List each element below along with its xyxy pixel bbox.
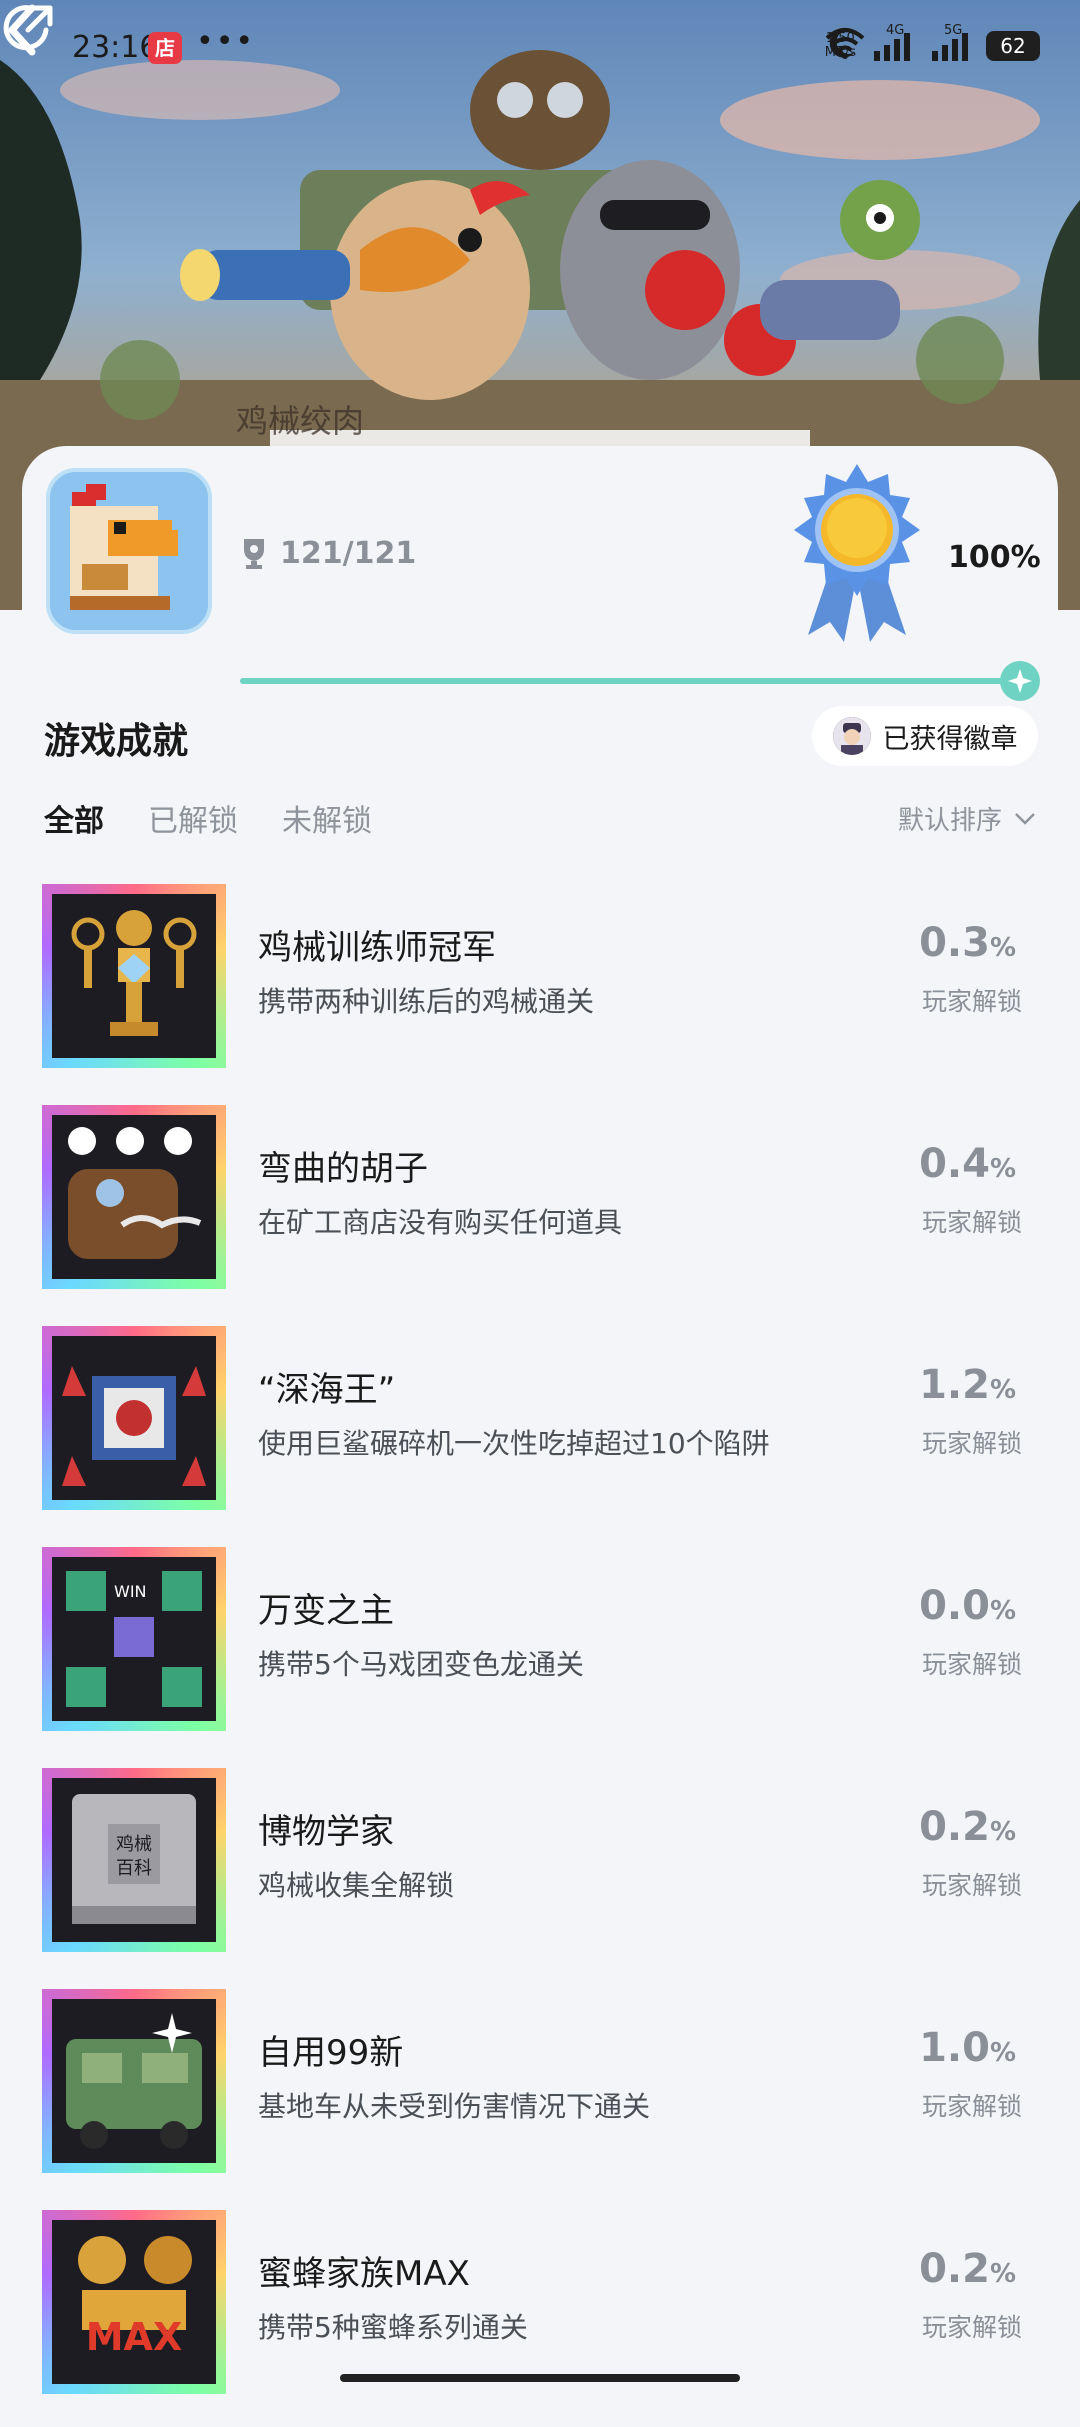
- achievement-icon-frame: [42, 1105, 226, 1289]
- win-text: WIN: [114, 1582, 147, 1601]
- unlock-rate-label: 玩家解锁: [921, 2313, 1022, 2342]
- section-title: 游戏成就: [44, 721, 189, 762]
- achievement-title: 弯曲的胡子: [258, 1149, 428, 1189]
- base-truck-icon: [52, 1999, 216, 2163]
- achievement-item[interactable]: 鸡械训练师冠军 携带两种训练后的鸡械通关 0.3% 玩家解锁: [0, 880, 1080, 1101]
- achievement-item[interactable]: 鸡械 百科 博物学家 鸡械收集全解锁 0.2% 玩家解锁: [0, 1764, 1080, 1985]
- unlock-rate-label: 玩家解锁: [921, 1650, 1022, 1679]
- tab-all[interactable]: 全部: [44, 796, 104, 840]
- unlock-rate: 1.2%: [919, 1362, 1016, 1408]
- earned-badges-label: 已获得徽章: [882, 723, 1018, 755]
- completion-medal-icon: [794, 464, 920, 642]
- achievement-description: 基地车从未受到伤害情况下通关: [258, 2090, 651, 2123]
- completion-progress-fill: [240, 678, 1020, 684]
- achievement-description: 携带5种蜜蜂系列通关: [258, 2311, 528, 2344]
- achievement-filter-tabs: 全部 已解锁 未解锁: [44, 796, 372, 840]
- achievement-item[interactable]: MAX 蜜蜂家族MAX 携带5种蜜蜂系列通关 0.2% 玩家解锁: [0, 2206, 1080, 2427]
- unlock-rate: 0.3%: [919, 920, 1016, 966]
- chevron-down-icon: [1015, 812, 1035, 825]
- trophy-count-value: 121/121: [280, 536, 417, 571]
- earned-badges-button[interactable]: 已获得徽章: [812, 706, 1038, 766]
- achievement-icon-frame: 鸡械 百科: [42, 1768, 226, 1952]
- trophy-count: 121/121: [240, 536, 416, 571]
- museum-text-2: 百科: [116, 1858, 152, 1879]
- status-time: 23:16: [72, 30, 159, 65]
- status-bar: 23:16 店 ••• 1.50 MB/s 4G 5G: [0, 0, 1080, 96]
- unlock-rate: 0.2%: [919, 1804, 1016, 1850]
- tab-unlocked[interactable]: 已解锁: [148, 796, 238, 840]
- achievement-description: 在矿工商店没有购买任何道具: [258, 1206, 623, 1239]
- achievement-description: 使用巨鲨碾碎机一次性吃掉超过10个陷阱: [258, 1427, 770, 1460]
- achievement-icon-frame: [42, 1326, 226, 1510]
- shark-crusher-icon: [52, 1336, 216, 1500]
- unlock-rate-label: 玩家解锁: [921, 1429, 1022, 1458]
- achievement-description: 鸡械收集全解锁: [258, 1869, 455, 1902]
- achievement-description: 携带两种训练后的鸡械通关: [258, 985, 595, 1018]
- unlock-rate: 0.2%: [919, 2246, 1016, 2292]
- achievement-list: 鸡械训练师冠军 携带两种训练后的鸡械通关 0.3% 玩家解锁 弯曲的胡子 在矿工…: [0, 880, 1080, 2427]
- achievement-title: 自用99新: [258, 2033, 404, 2073]
- store-notification-icon: 店: [148, 32, 182, 64]
- unlock-rate-label: 玩家解锁: [921, 2092, 1022, 2121]
- achievement-title: 蜜蜂家族MAX: [258, 2254, 470, 2294]
- progress-sparkle-icon: [1000, 661, 1040, 701]
- achievement-item[interactable]: “深海王” 使用巨鲨碾碎机一次性吃掉超过10个陷阱 1.2% 玩家解锁: [0, 1322, 1080, 1543]
- achievement-icon-frame: [42, 1989, 226, 2173]
- unlock-rate: 1.0%: [919, 2025, 1016, 2071]
- trophy-icon: [244, 538, 264, 569]
- achievement-title: 万变之主: [258, 1591, 394, 1631]
- trophy-champion-icon: [52, 894, 216, 1058]
- home-indicator[interactable]: [340, 2374, 740, 2382]
- signal-4g-icon: 4G: [870, 23, 914, 63]
- achievement-icon-frame: MAX: [42, 2210, 226, 2394]
- wifi-icon: [825, 28, 865, 59]
- museum-text-1: 鸡械: [116, 1834, 152, 1855]
- achievement-title: 博物学家: [258, 1812, 394, 1852]
- achievement-title: “深海王”: [258, 1370, 396, 1410]
- sort-dropdown[interactable]: 默认排序: [898, 800, 1036, 837]
- badge-avatar-icon: [832, 717, 871, 755]
- unlock-rate: 0.4%: [919, 1141, 1016, 1187]
- share-icon[interactable]: [0, 0, 56, 56]
- achievement-description: 携带5个马戏团变色龙通关: [258, 1648, 584, 1681]
- chameleon-master-icon: WIN: [52, 1557, 216, 1721]
- sort-label: 默认排序: [897, 806, 1002, 836]
- tab-locked[interactable]: 未解锁: [282, 796, 372, 840]
- game-app-icon: [46, 468, 212, 634]
- max-text: MAX: [86, 2315, 183, 2359]
- battery-indicator: 62: [986, 31, 1040, 61]
- completion-percent: 100%: [948, 540, 1041, 575]
- status-right-group: 1.50 MB/s 4G 5G 62: [825, 23, 1040, 66]
- achievement-title: 鸡械训练师冠军: [258, 928, 496, 968]
- bee-family-icon: MAX: [52, 2220, 216, 2384]
- unlock-rate: 0.0%: [919, 1583, 1016, 1629]
- completion-progress-bar: [240, 661, 1040, 701]
- more-notifications-icon: •••: [196, 24, 256, 59]
- mustache-icon: [52, 1115, 216, 1279]
- signal-5g-icon: 5G: [928, 23, 972, 63]
- achievement-item[interactable]: 弯曲的胡子 在矿工商店没有购买任何道具 0.4% 玩家解锁: [0, 1101, 1080, 1322]
- hero-game-title: 鸡械绞肉: [236, 402, 365, 440]
- achievement-item[interactable]: WIN 万变之主 携带5个马戏团变色龙通关 0.0% 玩家解锁: [0, 1543, 1080, 1764]
- achievement-icon-frame: [42, 884, 226, 1068]
- unlock-rate-label: 玩家解锁: [921, 987, 1022, 1016]
- encyclopedia-book-icon: 鸡械 百科: [52, 1778, 216, 1942]
- achievement-item[interactable]: 自用99新 基地车从未受到伤害情况下通关 1.0% 玩家解锁: [0, 1985, 1080, 2206]
- unlock-rate-label: 玩家解锁: [921, 1208, 1022, 1237]
- achievement-icon-frame: WIN: [42, 1547, 226, 1731]
- unlock-rate-label: 玩家解锁: [921, 1871, 1022, 1900]
